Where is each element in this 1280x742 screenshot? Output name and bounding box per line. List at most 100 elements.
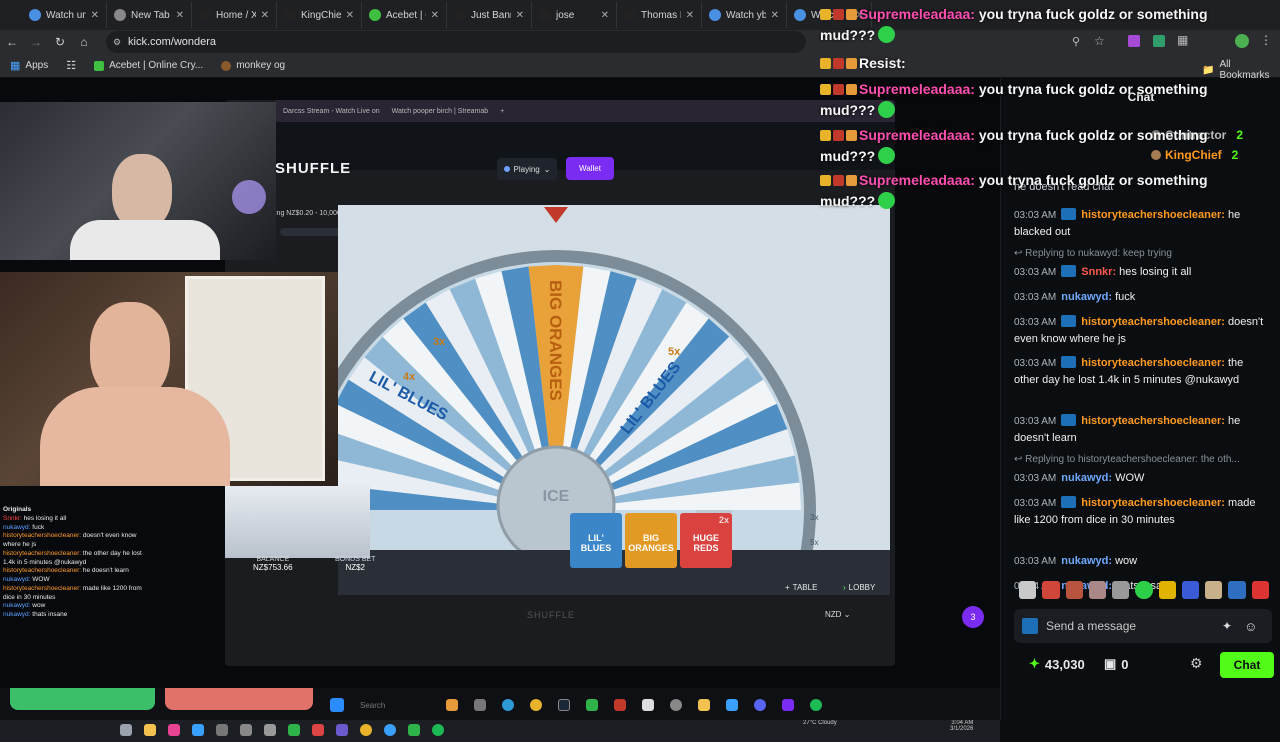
balance-display: BALANCE NZ$753.66 [253, 556, 293, 572]
emote-icon[interactable] [1205, 581, 1223, 599]
site-info-icon[interactable]: ⚙ [113, 37, 121, 48]
bookmark-acebet[interactable]: Acebet | Online Cry... [94, 60, 203, 71]
card-big-oranges: BIG ORANGES [625, 513, 677, 568]
overlay-chat-user: historyteachershoecleaner: [3, 567, 82, 575]
reply-indicator[interactable]: ↩ Replying to nukawyd: keep trying [1014, 248, 1274, 259]
emoji-icon[interactable]: ☺ [1244, 619, 1257, 634]
emote-icon[interactable] [1228, 581, 1246, 599]
browser-tab[interactable]: Watch un ✕ [22, 2, 107, 28]
chat-settings-icon[interactable]: ⚙ [1190, 655, 1203, 672]
settings-icon[interactable] [670, 699, 682, 711]
overlay-chat-text: WOW [32, 576, 50, 584]
overlay-chat-user: historyteachershoecleaner: [3, 584, 82, 592]
url-text: kick.com/wondera [128, 36, 217, 48]
emote-icon[interactable] [1088, 581, 1107, 599]
menu-icon[interactable]: ⋮ [1260, 33, 1272, 47]
emote-icon[interactable] [1135, 581, 1153, 599]
taskbar-app-icon[interactable] [446, 699, 458, 711]
emote-icon[interactable] [1042, 581, 1060, 599]
kick-badge-icon [1061, 496, 1077, 508]
browser-tab[interactable]: New Tab ✕ [107, 2, 192, 28]
badge-icon [820, 130, 831, 141]
taskbar-app-icon[interactable] [614, 699, 626, 711]
taskbar-app-icon[interactable] [726, 699, 738, 711]
close-icon[interactable]: ✕ [431, 10, 439, 21]
taskbar-app-icon[interactable] [782, 699, 794, 711]
chat-message[interactable]: 03:03 AM historyteachershoecleaner: he do… [1014, 413, 1269, 446]
browser-tab[interactable]: KingChief ✕ [277, 2, 362, 28]
close-icon[interactable]: ✕ [686, 10, 694, 21]
discord-icon[interactable] [754, 699, 766, 711]
message-user[interactable]: historyteachershoecleaner: [1081, 357, 1225, 369]
message-user[interactable]: historyteachershoecleaner: [1081, 316, 1225, 328]
emote-icon[interactable] [1019, 581, 1037, 599]
close-icon[interactable]: ✕ [346, 10, 354, 21]
browser-tab[interactable]: Just Banne ✕ [447, 2, 532, 28]
xbox-icon[interactable] [586, 699, 598, 711]
message-user[interactable]: nukawyd: [1061, 555, 1112, 567]
close-icon[interactable]: ✕ [516, 10, 524, 21]
close-icon[interactable]: ✕ [771, 10, 779, 21]
chat-message[interactable]: 03:03 AM nukawyd: wow [1014, 553, 1269, 570]
chat-message[interactable]: 03:03 AM Snnkr: hes losing it all [1014, 264, 1269, 281]
bookmark-apps[interactable]: ▦ Apps [10, 59, 48, 72]
emote-icon[interactable] [1065, 581, 1083, 599]
tab-label: KingChief [301, 9, 341, 21]
card-multiplier: 2x [718, 515, 729, 525]
chat-message[interactable]: 03:03 AM nukawyd: WOW [1014, 470, 1269, 487]
search-field[interactable]: Search [360, 701, 430, 710]
message-user[interactable]: historyteachershoecleaner: [1081, 415, 1225, 427]
edge-icon[interactable] [502, 699, 514, 711]
chat-message[interactable]: 03:03 AM historyteachershoecleaner: doesn… [1014, 314, 1269, 347]
forward-icon[interactable]: → [24, 35, 48, 49]
close-icon[interactable]: ✕ [601, 10, 609, 21]
message-user[interactable]: Snnkr: [1081, 266, 1116, 278]
emote-icon[interactable] [1251, 581, 1269, 599]
back-icon[interactable]: ← [0, 35, 24, 49]
chat-message[interactable]: 03:03 AM historyteachershoecleaner: the o… [1014, 355, 1269, 388]
chrome-icon[interactable] [530, 699, 542, 711]
close-icon[interactable]: ✕ [176, 10, 184, 21]
taskbar-app-icon[interactable] [474, 699, 486, 711]
message-user[interactable]: historyteachershoecleaner: [1081, 497, 1225, 509]
chat-send-button[interactable]: Chat [1220, 652, 1274, 678]
chat-message[interactable]: 03:03 AM historyteachershoecleaner: made … [1014, 495, 1269, 528]
emote-icon[interactable] [1181, 581, 1200, 599]
kick-badge-icon [1061, 414, 1077, 426]
reply-indicator[interactable]: ↩ Replying to historyteachershoecleaner:… [1014, 454, 1274, 465]
monkey-icon [221, 60, 232, 71]
grin-emote-icon [878, 101, 896, 118]
home-icon[interactable]: ⌂ [72, 35, 96, 49]
floating-support-button[interactable]: 3 [962, 606, 984, 628]
translate-icon[interactable]: ✦ [1222, 619, 1232, 633]
browser-tab[interactable]: Watch yb ✕ [702, 2, 787, 28]
message-user[interactable]: nukawyd: [1061, 472, 1112, 484]
reload-icon[interactable]: ↻ [48, 35, 72, 49]
emote-icon[interactable] [1112, 581, 1130, 599]
browser-tab[interactable]: Acebet | O ✕ [362, 2, 447, 28]
bookmark-monkey[interactable]: monkey og [221, 60, 285, 71]
chat-message[interactable]: 03:03 AM nukawyd: fuck [1014, 289, 1269, 306]
channel-points[interactable]: ✦ 43,030 [1029, 656, 1085, 672]
epic-icon[interactable] [642, 699, 654, 711]
browser-tab[interactable]: jose ✕ [532, 2, 617, 28]
spotify-icon[interactable] [810, 699, 822, 711]
url-field[interactable]: ⚙ kick.com/wondera [106, 31, 806, 53]
browser-tab[interactable]: Home / X ✕ [192, 2, 277, 28]
emote-icon[interactable] [1158, 581, 1176, 599]
overlay-chat-user: nukawyd: [3, 523, 31, 531]
wallet-button: Wallet [566, 157, 614, 180]
browser-tab[interactable]: Thomas K ✕ [617, 2, 702, 28]
close-icon[interactable]: ✕ [261, 10, 269, 21]
inventory[interactable]: ▣ 0 [1104, 656, 1129, 672]
close-icon[interactable]: ✕ [91, 10, 99, 21]
folder-icon[interactable] [698, 699, 710, 711]
message-user[interactable]: nukawyd: [1061, 291, 1112, 303]
plus-icon: + [785, 582, 790, 592]
windows-start-icon[interactable] [330, 698, 344, 712]
floating-chat-line: Supremeleadaaa: you tryna fuck goldz or … [820, 4, 1220, 46]
bookmark-grid-icon[interactable]: ☷ [66, 59, 76, 72]
taskbar-app-icon [216, 724, 228, 736]
chat-message-input[interactable] [1046, 619, 1216, 633]
steam-icon[interactable] [558, 699, 570, 711]
